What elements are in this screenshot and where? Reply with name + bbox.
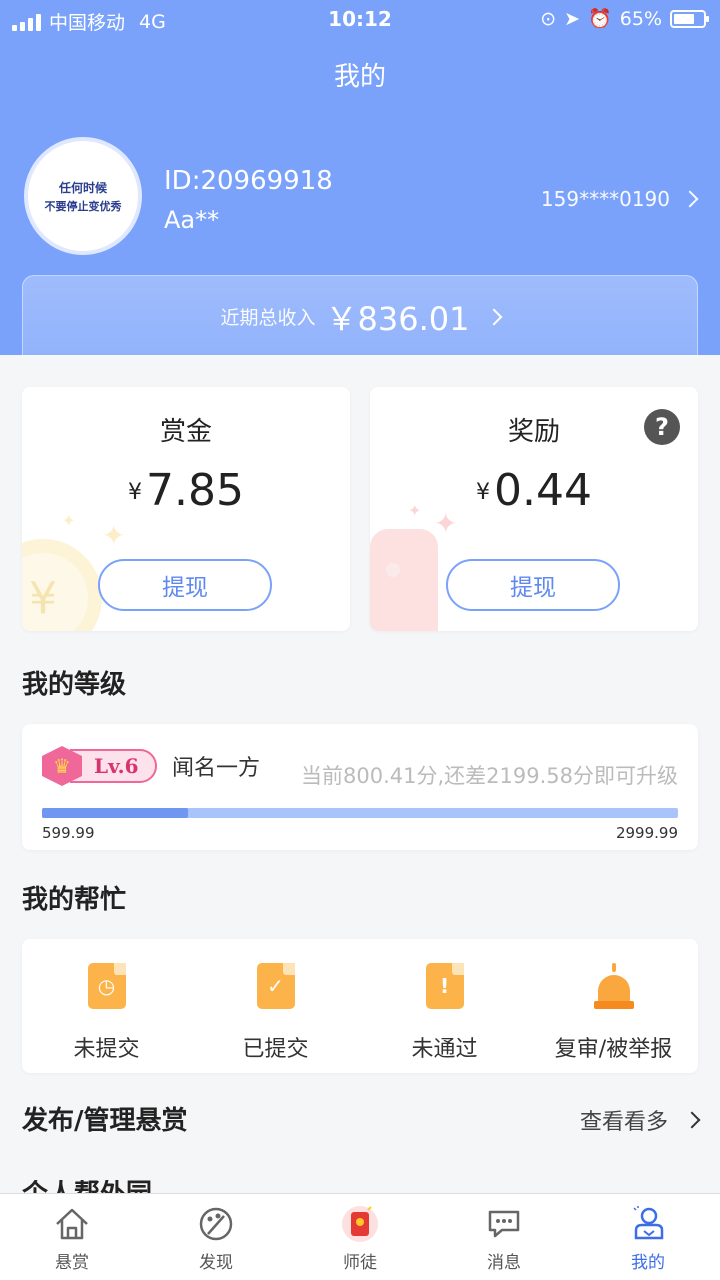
username: Aa** <box>164 206 220 234</box>
bounty-amount: ¥7.85 <box>128 465 244 516</box>
tab-label: 师徒 <box>343 1253 377 1273</box>
chevron-right-icon <box>683 1111 701 1129</box>
user-id: ID:20969918 <box>164 166 333 196</box>
phone-number: 159****0190 <box>540 187 670 211</box>
tab-discover[interactable]: 发现 <box>144 1194 288 1280</box>
help-item-unsubmitted[interactable]: ◷ 未提交 <box>22 939 191 1073</box>
page-title: 我的 <box>333 62 386 92</box>
tab-messages[interactable]: 消息 <box>432 1194 576 1280</box>
tab-mentor[interactable]: 师徒 <box>288 1194 432 1280</box>
level-card[interactable]: ♛ Lv.6 闻名一方 当前800.41分,还差2199.58分即可升级 599… <box>22 724 698 850</box>
alarm-clock-icon: ⏰ <box>588 8 612 30</box>
profile-header: 中国移动 4G 10:12 ⊙ ➤ ⏰ 65% 我的 任何时候 不要停止变优秀 … <box>0 0 720 357</box>
location-icon: ➤ <box>564 7 581 30</box>
help-item-label: 已提交 <box>242 1037 309 1062</box>
view-more-label: 查看看多 <box>579 1110 668 1135</box>
battery-icon <box>670 9 709 28</box>
help-item-review-reported[interactable]: 复审/被举报 <box>529 939 698 1073</box>
help-item-label: 未提交 <box>73 1037 140 1062</box>
level-name: 闻名一方 <box>172 756 261 781</box>
level-progress-fill <box>42 808 189 818</box>
help-item-label: 复审/被举报 <box>554 1037 673 1062</box>
red-envelope-icon <box>340 1204 380 1244</box>
partial-section-title: 个人帮外园 <box>22 1180 152 1194</box>
level-section-title: 我的等级 <box>22 670 127 700</box>
tab-label: 发现 <box>199 1253 233 1273</box>
avatar-text-line1: 任何时候 <box>58 180 107 195</box>
help-item-rejected[interactable]: ! 未通过 <box>360 939 529 1073</box>
income-summary-button[interactable]: 近期总收入 ￥836.01 <box>22 275 698 357</box>
coin-decoration-icon: ¥ <box>22 539 102 631</box>
status-bar: 中国移动 4G 10:12 ⊙ ➤ ⏰ 65% <box>0 0 720 38</box>
chevron-right-icon <box>681 190 699 208</box>
check-document-icon: ✓ <box>256 963 295 1009</box>
help-item-label: 未通过 <box>411 1037 478 1062</box>
level-progress-bar <box>42 808 678 818</box>
help-item-submitted[interactable]: ✓ 已提交 <box>191 939 360 1073</box>
tab-label: 我的 <box>631 1253 665 1273</box>
level-badge-label: Lv.6 <box>70 749 157 783</box>
level-min-value: 599.99 <box>42 824 95 842</box>
level-max-value: 2999.99 <box>615 824 678 842</box>
tab-label: 悬赏 <box>55 1253 89 1273</box>
view-more-link[interactable]: 查看看多 <box>579 1104 701 1136</box>
home-icon <box>52 1204 92 1244</box>
income-amount: ￥836.01 <box>325 299 470 338</box>
tab-bounty[interactable]: 悬赏 <box>0 1194 144 1280</box>
red-envelope-decoration-icon <box>370 529 438 631</box>
alarm-light-icon <box>593 963 634 1009</box>
help-section-title: 我的帮忙 <box>22 885 127 915</box>
bounty-card: ¥ ✦ ✦ 赏金 ¥7.85 提现 <box>22 387 350 631</box>
chevron-right-icon <box>485 308 502 325</box>
my-help-card: ◷ 未提交 ✓ 已提交 ! 未通过 复审/被举报 <box>22 939 698 1073</box>
publish-section-title: 发布/管理悬赏 <box>22 1106 188 1136</box>
battery-percent: 65% <box>619 7 662 30</box>
bounty-title: 赏金 <box>159 417 212 447</box>
sparkle-icon: ✦ <box>102 519 126 552</box>
avatar-text-line2: 不要停止变优秀 <box>44 199 122 213</box>
palette-icon <box>196 1204 236 1244</box>
phone-link[interactable]: 159****0190 <box>540 187 699 211</box>
help-icon[interactable]: ? <box>644 409 680 445</box>
income-label: 近期总收入 <box>220 307 316 329</box>
rotation-lock-icon: ⊙ <box>540 7 557 30</box>
bounty-withdraw-button[interactable]: 提现 <box>98 559 272 611</box>
tab-label: 消息 <box>487 1253 521 1273</box>
chat-icon <box>484 1204 524 1244</box>
level-description: 当前800.41分,还差2199.58分即可升级 <box>301 764 678 788</box>
bottom-tab-bar: 悬赏 发现 师徒 消息 我的 <box>0 1193 720 1280</box>
clock-document-icon: ◷ <box>87 963 126 1009</box>
reward-amount: ¥0.44 <box>476 465 592 516</box>
avatar[interactable]: 任何时候 不要停止变优秀 <box>24 137 142 255</box>
level-badge: ♛ Lv.6 <box>42 746 157 786</box>
reward-card: ✦ ✦ 奖励 ? ¥0.44 提现 <box>370 387 698 631</box>
user-icon <box>628 1204 668 1244</box>
reward-withdraw-button[interactable]: 提现 <box>446 559 620 611</box>
tab-mine[interactable]: 我的 <box>576 1194 720 1280</box>
exclamation-document-icon: ! <box>425 963 464 1009</box>
